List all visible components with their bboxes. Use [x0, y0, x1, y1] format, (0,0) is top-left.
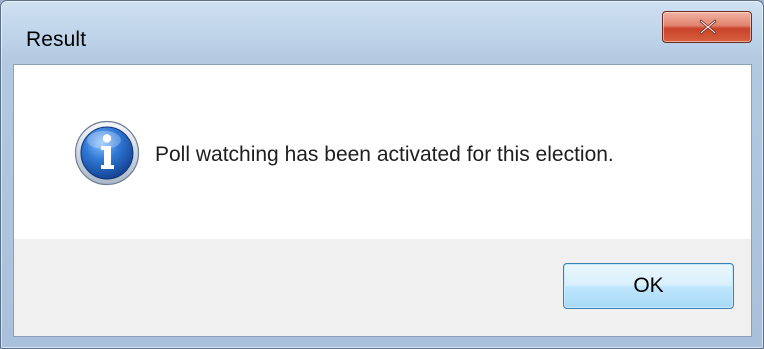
message-text: Poll watching has been activated for thi… — [155, 143, 614, 166]
dialog-window: Result Poll watching has been activated … — [0, 0, 764, 349]
close-button[interactable] — [662, 11, 752, 43]
ok-button[interactable]: OK — [563, 263, 734, 309]
message-panel: Poll watching has been activated for thi… — [14, 65, 751, 239]
close-x-icon — [699, 19, 717, 35]
information-icon — [74, 120, 140, 186]
dialog-body: Poll watching has been activated for thi… — [13, 64, 752, 337]
dialog-title: Result — [26, 28, 87, 51]
